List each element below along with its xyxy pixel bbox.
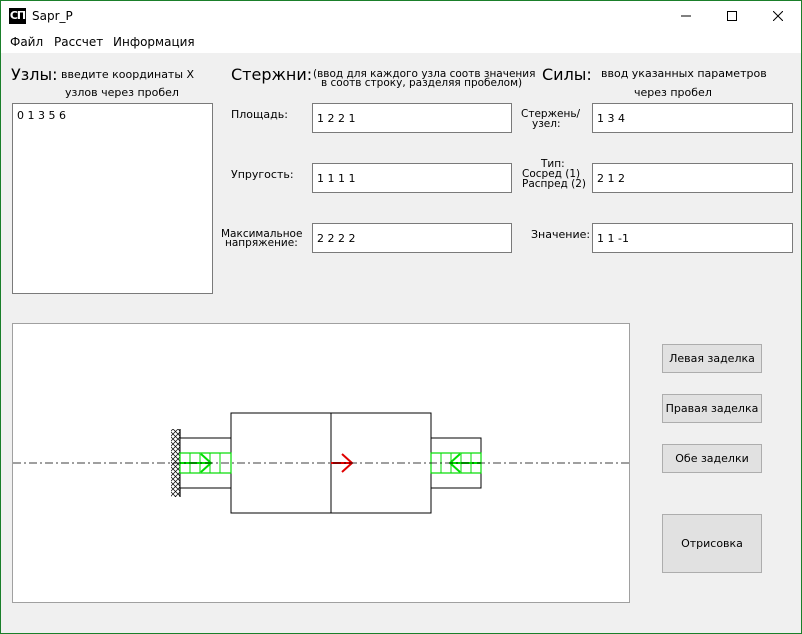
- drawing-canvas: [12, 323, 630, 603]
- elasticity-input[interactable]: [312, 163, 512, 193]
- forces-hint-line2: через пробел: [634, 86, 712, 99]
- type-input[interactable]: [592, 163, 793, 193]
- value-label: Значение:: [531, 228, 591, 241]
- right-support-button[interactable]: Правая заделка: [662, 394, 762, 423]
- area-label: Площадь:: [231, 108, 288, 121]
- maximize-icon: [727, 11, 737, 21]
- nodes-input[interactable]: 0 1 3 5 6: [12, 103, 213, 294]
- max-stress-label-line2: напряжение:: [225, 237, 298, 249]
- menu-bar: Файл Рассчет Информация: [1, 31, 801, 53]
- close-icon: [773, 11, 783, 21]
- title-bar: СП Sapr_P: [1, 1, 801, 31]
- max-stress-input[interactable]: [312, 223, 512, 253]
- both-supports-button[interactable]: Обе заделки: [662, 444, 762, 473]
- app-logo-icon: СП: [9, 8, 26, 24]
- menu-file[interactable]: Файл: [10, 35, 43, 49]
- value-input[interactable]: [592, 223, 793, 253]
- rods-heading: Стержни:: [231, 65, 313, 84]
- draw-button[interactable]: Отрисовка: [662, 514, 762, 573]
- minimize-icon: [681, 15, 691, 17]
- minimize-button[interactable]: [663, 1, 709, 31]
- app-window: СП Sapr_P Файл Рассчет Информация Узлы: …: [0, 0, 802, 634]
- window-title: Sapr_P: [32, 9, 73, 23]
- rod-node-label-line2: узел:: [532, 118, 561, 130]
- nodes-hint-line1: введите координаты X: [61, 68, 195, 81]
- maximize-button[interactable]: [709, 1, 755, 31]
- nodes-heading: Узлы:: [11, 65, 58, 84]
- menu-calc[interactable]: Рассчет: [54, 35, 103, 49]
- nodes-hint-line2: узлов через пробел: [65, 86, 179, 99]
- elasticity-label: Упругость:: [231, 168, 294, 181]
- construction-diagram: [13, 412, 629, 514]
- left-support-button[interactable]: Левая заделка: [662, 344, 762, 373]
- forces-hint-line1: ввод указанных параметров: [601, 67, 767, 80]
- forces-heading: Силы:: [542, 65, 592, 84]
- close-button[interactable]: [755, 1, 801, 31]
- rod-node-input[interactable]: [592, 103, 793, 133]
- type-label-line3: Распред (2): [522, 178, 586, 190]
- menu-info[interactable]: Информация: [113, 35, 195, 49]
- rods-hint-line2: в соотв строку, разделяя пробелом): [321, 77, 523, 89]
- area-input[interactable]: [312, 103, 512, 133]
